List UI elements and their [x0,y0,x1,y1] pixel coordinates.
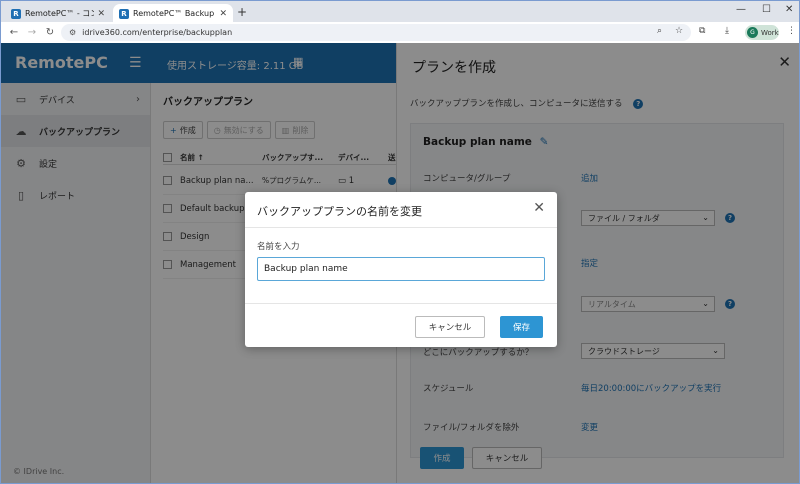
dialog-header: バックアッププランの名前を変更 ✕ [245,192,557,228]
name-field-label: 名前を入力 [257,242,300,252]
dialog-title: バックアッププランの名前を変更 [257,205,422,218]
tab-close-icon[interactable]: ✕ [219,9,227,19]
zoom-icon[interactable]: ⌕ [657,26,662,36]
tab-close-icon[interactable]: ✕ [97,9,105,19]
new-tab-icon[interactable]: + [237,5,247,19]
bookmark-star-icon[interactable]: ☆ [675,26,683,36]
save-button[interactable]: 保存 [500,316,543,338]
browser-menu-icon[interactable]: ⋮ [787,26,796,36]
browser-tab-backup[interactable]: R RemotePC™ Backup ✕ [113,4,233,23]
extensions-icon[interactable]: ⧉ [699,26,705,36]
tab-title: RemotePC™ Backup [133,9,215,18]
maximize-icon[interactable]: ☐ [762,4,771,15]
forward-icon[interactable]: → [23,27,41,38]
profile-label: Work [761,28,779,37]
url-field[interactable]: ⚙ idrive360.com/enterprise/backupplan [61,24,691,41]
minimize-icon[interactable]: — [736,4,746,15]
browser-tab-bar: R RemotePC™ - コンピューター ✕ R RemotePC™ Back… [0,0,800,23]
cancel-button[interactable]: キャンセル [415,316,485,338]
browser-tab-computers[interactable]: R RemotePC™ - コンピューター ✕ [5,4,111,23]
reload-icon[interactable]: ↻ [41,27,59,38]
site-info-icon[interactable]: ⚙ [69,28,76,37]
profile-button[interactable]: G Work [745,25,779,40]
dialog-footer: キャンセル 保存 [245,303,557,347]
avatar: G [747,27,758,38]
back-icon[interactable]: ← [5,27,23,38]
remotepc-favicon-icon: R [11,8,21,19]
remotepc-favicon-icon: R [119,8,129,19]
plan-name-input[interactable] [257,257,545,281]
window-close-icon[interactable]: ✕ [785,4,793,15]
browser-address-bar: ← → ↻ ⚙ idrive360.com/enterprise/backupp… [0,22,800,43]
close-icon[interactable]: ✕ [533,200,545,216]
rename-plan-dialog: バックアッププランの名前を変更 ✕ 名前を入力 キャンセル 保存 [245,192,557,347]
url-text: idrive360.com/enterprise/backupplan [82,28,233,37]
tab-title: RemotePC™ - コンピューター [25,9,95,18]
download-icon[interactable]: ⤓ [725,26,729,36]
